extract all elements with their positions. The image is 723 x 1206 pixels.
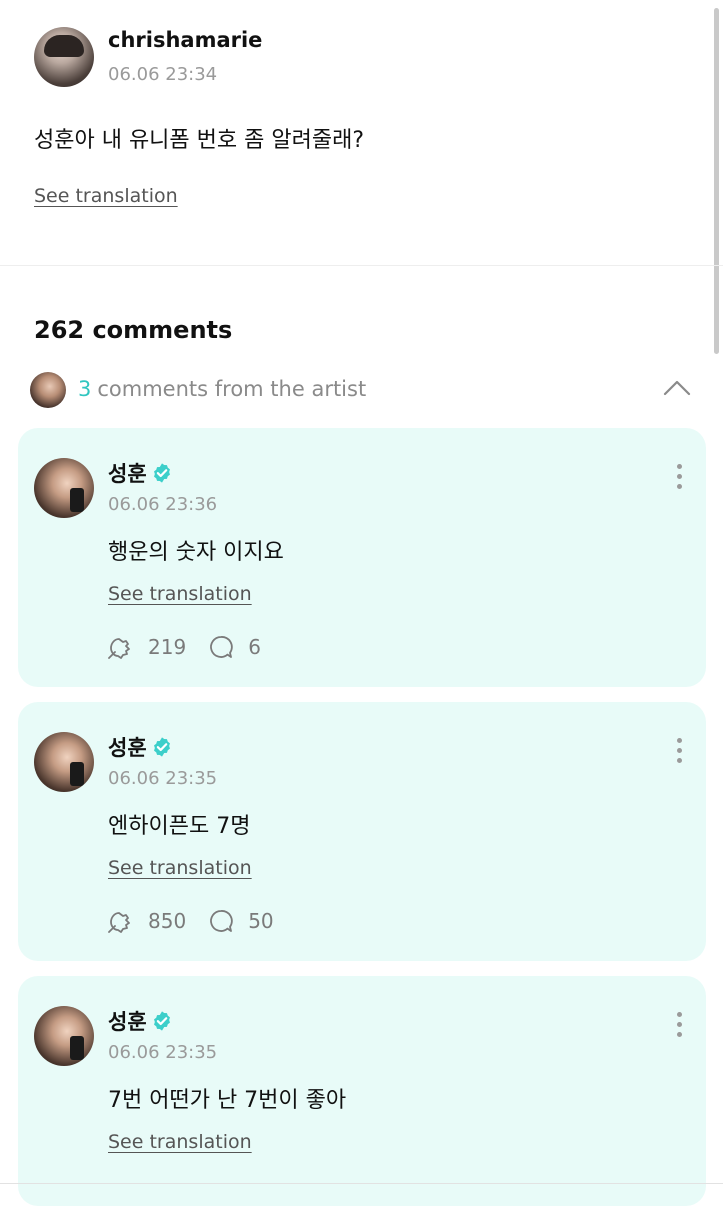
reply-count: 6 <box>248 635 261 659</box>
comment-body: 7번 어떤가 난 7번이 좋아 <box>108 1088 347 1113</box>
comment-body: 행운의 숫자 이지요 <box>108 540 284 565</box>
artist-comments-label: 3 comments from the artist <box>78 377 366 401</box>
comment-author-name: 성훈 <box>108 462 147 486</box>
reply-icon[interactable] <box>208 908 234 934</box>
comment-body: 엔하이픈도 7명 <box>108 814 251 839</box>
like-count: 219 <box>148 635 187 659</box>
artist-comments-count: 3 <box>78 377 92 401</box>
bottom-divider <box>0 1183 723 1184</box>
reply-icon[interactable] <box>208 634 234 660</box>
artist-comment-card: 성훈 06.06 23:36 행운의 숫자 이지요 See translatio… <box>18 428 706 687</box>
artist-comments-toggle[interactable]: 3 comments from the artist <box>30 370 693 410</box>
avatar-image <box>70 1036 84 1060</box>
post-username[interactable]: chrishamarie <box>108 28 262 52</box>
comment-see-translation-link[interactable]: See translation <box>108 1131 252 1153</box>
post-body: 성훈아 내 유니폼 번호 좀 알려줄래? <box>34 128 365 153</box>
comments-count: 262 comments <box>34 316 233 344</box>
comment-timestamp: 06.06 23:35 <box>108 1042 218 1063</box>
comment-see-translation-link[interactable]: See translation <box>108 583 252 605</box>
comment-avatar[interactable] <box>34 1006 94 1066</box>
more-options-icon[interactable] <box>674 464 684 494</box>
verified-badge-icon <box>153 1011 170 1031</box>
post-see-translation-link[interactable]: See translation <box>34 185 178 207</box>
like-count: 850 <box>148 909 187 933</box>
comment-actions: 219 6 <box>108 632 283 662</box>
chevron-up-icon[interactable] <box>663 378 691 398</box>
comment-avatar[interactable] <box>34 732 94 792</box>
reply-count: 50 <box>248 909 274 933</box>
artist-comment-card: 성훈 06.06 23:35 엔하이픈도 7명 See translation … <box>18 702 706 961</box>
artist-comments-text: comments from the artist <box>97 377 367 401</box>
more-options-icon[interactable] <box>674 1012 684 1042</box>
comment-author[interactable]: 성훈 <box>108 732 173 762</box>
avatar-image <box>70 762 84 786</box>
avatar-image <box>44 35 84 57</box>
comment-author[interactable]: 성훈 <box>108 458 173 488</box>
comment-see-translation-link[interactable]: See translation <box>108 857 252 879</box>
cheer-icon[interactable] <box>108 908 134 934</box>
post-timestamp: 06.06 23:34 <box>108 64 218 85</box>
verified-badge-icon <box>153 737 170 757</box>
comment-timestamp: 06.06 23:35 <box>108 768 218 789</box>
comment-author[interactable]: 성훈 <box>108 1006 173 1036</box>
cheer-icon[interactable] <box>108 634 134 660</box>
verified-badge-icon <box>153 463 170 483</box>
post-author-avatar[interactable] <box>34 27 94 87</box>
avatar-image <box>70 488 84 512</box>
comment-author-name: 성훈 <box>108 736 147 760</box>
artist-avatar <box>30 372 66 408</box>
comment-avatar[interactable] <box>34 458 94 518</box>
more-options-icon[interactable] <box>674 738 684 768</box>
artist-comment-card: 성훈 06.06 23:35 7번 어떤가 난 7번이 좋아 See trans… <box>18 976 706 1206</box>
comment-author-name: 성훈 <box>108 1010 147 1034</box>
comment-timestamp: 06.06 23:36 <box>108 494 218 515</box>
comment-actions: 850 50 <box>108 906 296 936</box>
post: chrishamarie 06.06 23:34 성훈아 내 유니폼 번호 좀 … <box>0 0 723 266</box>
